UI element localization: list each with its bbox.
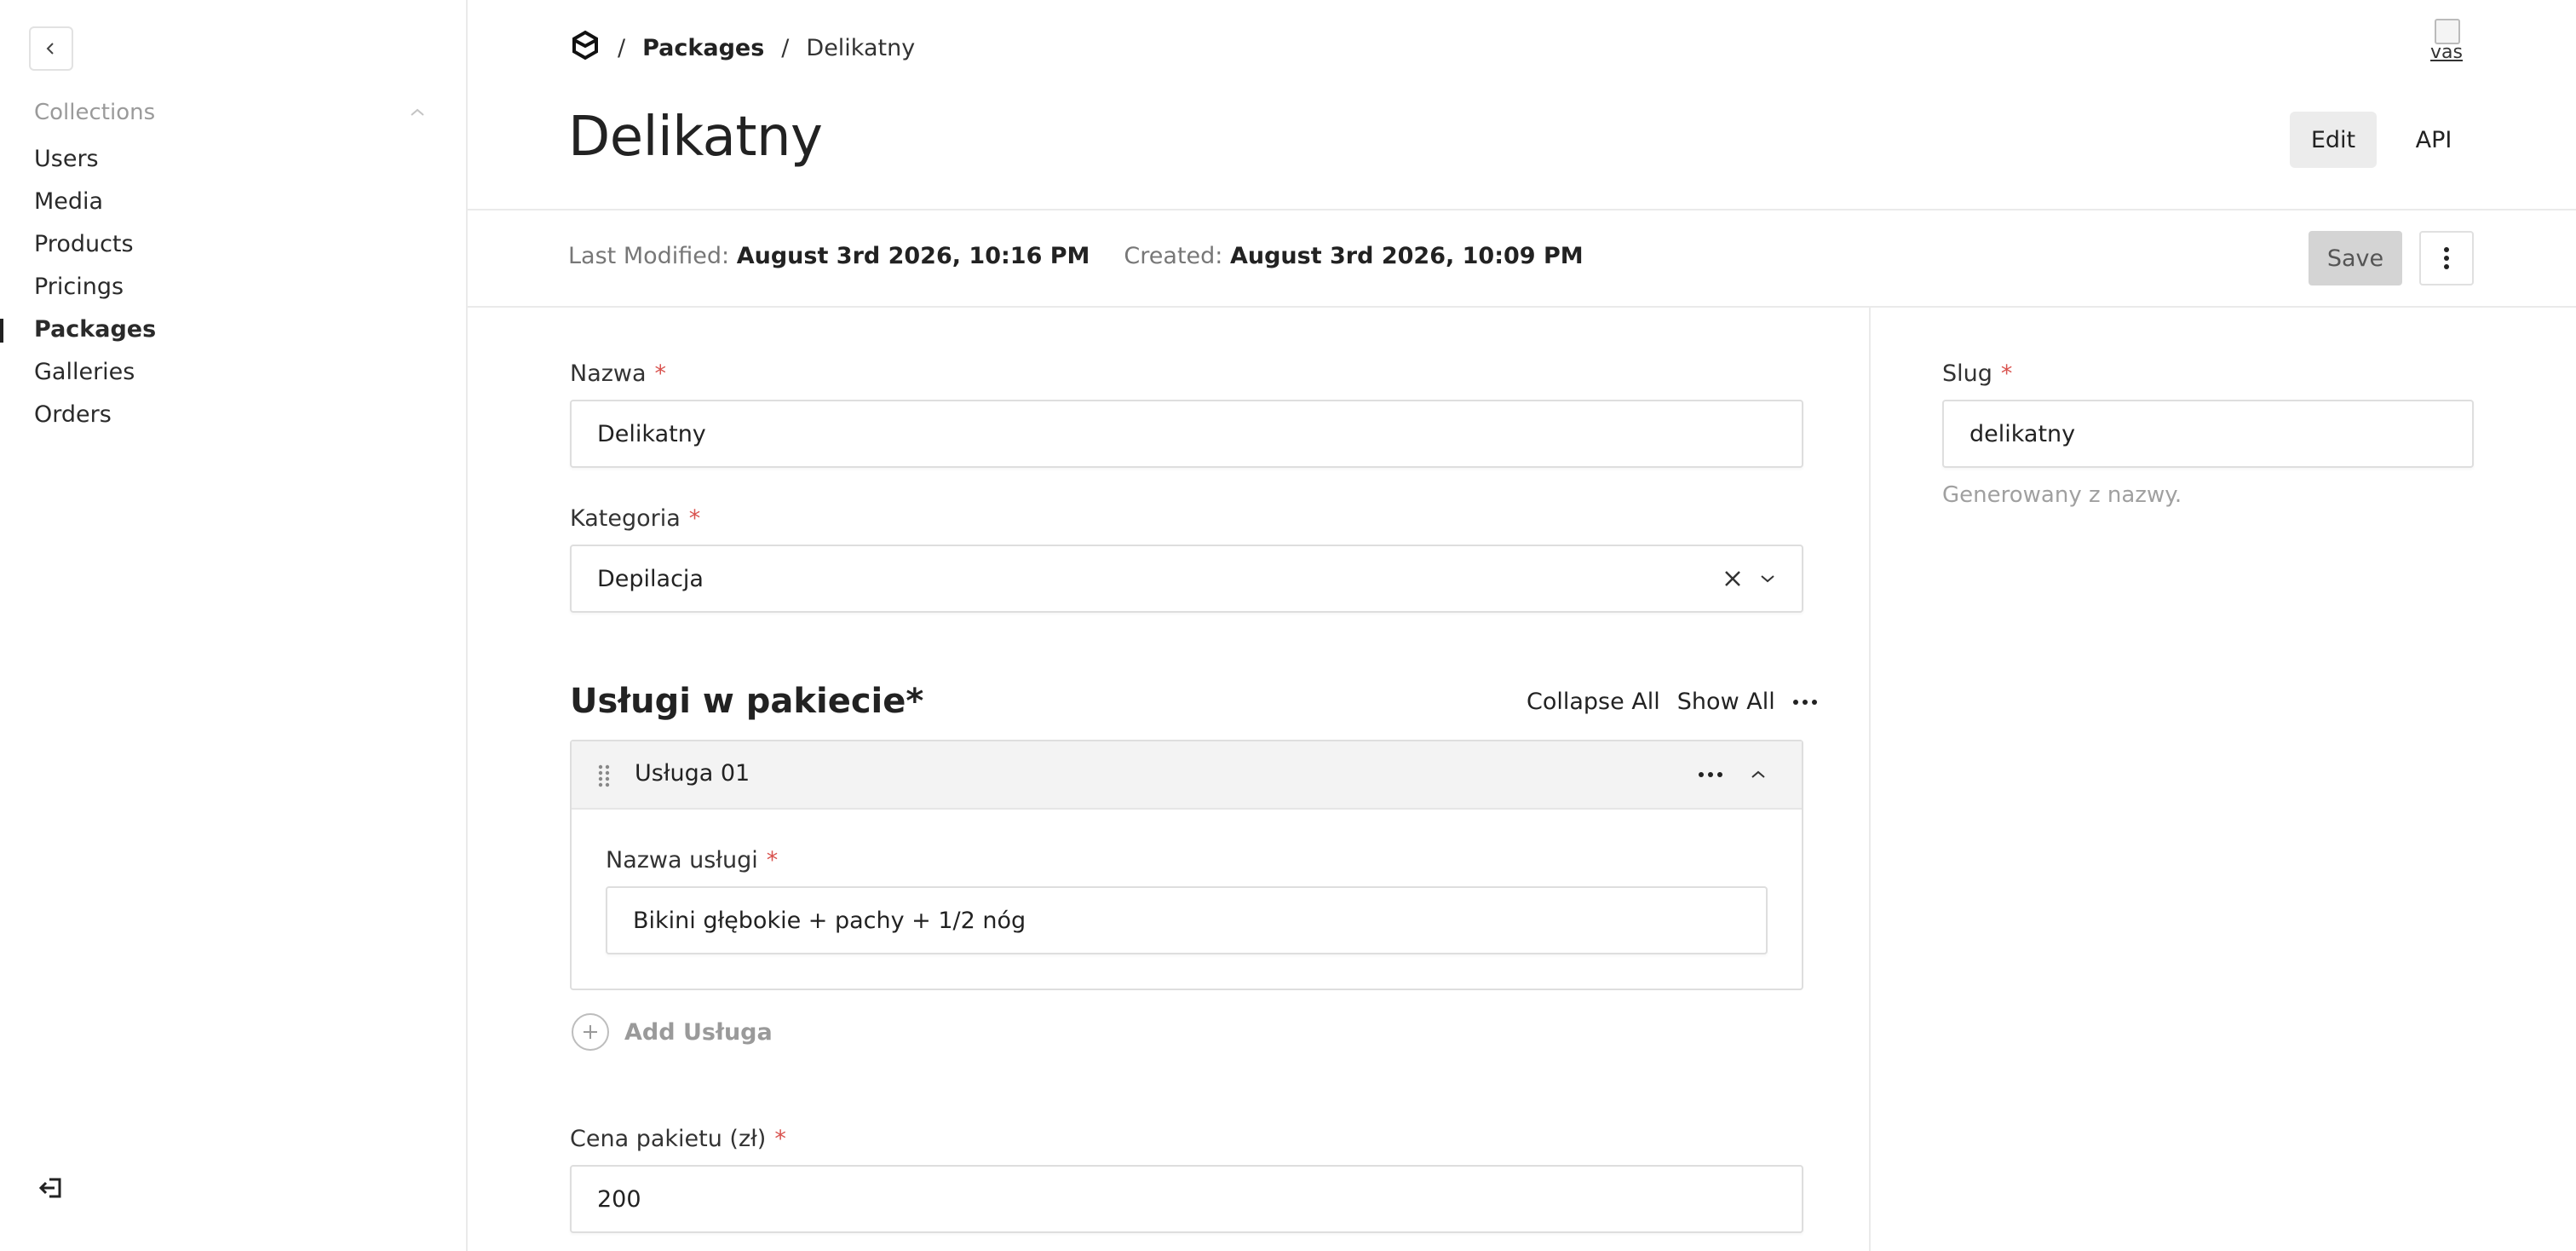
cena-value: 200	[597, 1185, 641, 1213]
document-meta: Last Modified: August 3rd 2026, 10:16 PM…	[568, 243, 1584, 269]
cena-input[interactable]: 200	[570, 1165, 1803, 1233]
payload-logo-icon	[572, 30, 598, 60]
last-modified-value: August 3rd 2026, 10:16 PM	[736, 243, 1090, 269]
slug-label-text: Slug	[1942, 360, 1992, 387]
nazwa-input[interactable]: Delikatny	[570, 400, 1803, 468]
document-meta-bar: Last Modified: August 3rd 2026, 10:16 PM…	[468, 209, 2576, 308]
required-marker: *	[774, 1126, 786, 1152]
breadcrumb-separator: /	[618, 34, 626, 61]
slug-label: Slug *	[1942, 360, 2012, 387]
chevron-up-icon	[411, 108, 424, 116]
sidebar-item-galleries[interactable]: Galleries	[0, 351, 468, 394]
sidebar-item-products[interactable]: Products	[0, 223, 468, 266]
kategoria-value: Depilacja	[597, 565, 704, 592]
sidebar-item-media[interactable]: Media	[0, 181, 468, 223]
slug-value: delikatny	[1969, 420, 2076, 447]
last-modified: Last Modified: August 3rd 2026, 10:16 PM	[568, 243, 1090, 269]
chevron-up-icon	[1751, 770, 1765, 778]
logout-button[interactable]	[32, 1169, 70, 1207]
clear-icon[interactable]	[1723, 569, 1742, 588]
account-avatar[interactable]: vas	[2429, 17, 2464, 73]
chevron-left-icon	[46, 43, 54, 55]
created: Created: August 3rd 2026, 10:09 PM	[1124, 243, 1583, 269]
sidebar-item-pricings[interactable]: Pricings	[0, 266, 468, 308]
cena-label: Cena pakietu (zł) *	[570, 1126, 786, 1152]
nazwa-label: Nazwa *	[570, 360, 666, 387]
nazwa-label-text: Nazwa	[570, 360, 647, 387]
block-title: Usługa 01	[635, 760, 750, 787]
block-header[interactable]: Usługa 01	[572, 741, 1802, 810]
more-vertical-icon	[2444, 247, 2449, 269]
uslugi-section-actions: Collapse All Show All	[1527, 689, 1818, 715]
block-collapse-button[interactable]	[1744, 760, 1773, 789]
breadcrumb-packages-link[interactable]: Packages	[642, 35, 764, 61]
home-logo-link[interactable]	[570, 30, 601, 66]
kategoria-select[interactable]: Depilacja	[570, 545, 1803, 613]
tab-edit[interactable]: Edit	[2290, 112, 2377, 168]
uslugi-section-title: Usługi w pakiecie*	[570, 682, 924, 721]
nazwa-uslugi-input[interactable]: Bikini głębokie + pachy + 1/2 nóg	[606, 886, 1768, 954]
breadcrumb-current: Delikatny	[806, 34, 916, 61]
cena-label-text: Cena pakietu (zł)	[570, 1126, 767, 1152]
block-more-button[interactable]	[1696, 760, 1725, 789]
show-all-button[interactable]: Show All	[1677, 689, 1775, 715]
required-marker: *	[2000, 360, 2013, 387]
created-label: Created:	[1124, 243, 1223, 269]
drag-handle-icon[interactable]	[597, 764, 611, 787]
add-circle	[572, 1013, 609, 1051]
sidebar: Collections Users Media Products Pricing…	[0, 0, 468, 1251]
slug-hint: Generowany z nazwy.	[1942, 482, 2182, 508]
sidebar-item-users[interactable]: Users	[0, 138, 468, 181]
required-marker: *	[766, 847, 779, 873]
collapse-sidebar-button[interactable]	[29, 26, 73, 71]
page-title: Delikatny	[568, 106, 823, 169]
sidebar-item-orders[interactable]: Orders	[0, 394, 468, 436]
more-horizontal-icon[interactable]	[1792, 699, 1818, 706]
collections-group-toggle[interactable]: Collections	[34, 95, 426, 130]
plus-icon	[584, 1025, 597, 1039]
uslugi-block-row: Usługa 01 Nazwa usługi * Bikini głębokie …	[570, 740, 1803, 990]
tab-api[interactable]: API	[2397, 112, 2470, 168]
slug-input[interactable]: delikatny	[1942, 400, 2474, 468]
add-usluga-label: Add Usługa	[624, 1018, 773, 1046]
collections-nav: Users Media Products Pricings Packages G…	[0, 138, 468, 436]
nazwa-value: Delikatny	[597, 420, 706, 447]
add-usluga-button[interactable]: Add Usługa	[572, 1012, 773, 1052]
breadcrumb-separator: /	[781, 34, 790, 61]
app-root: Collections Users Media Products Pricing…	[0, 0, 2576, 1251]
nazwa-uslugi-label-text: Nazwa usługi	[606, 847, 758, 873]
kategoria-label: Kategoria *	[570, 505, 700, 532]
collections-label: Collections	[34, 100, 156, 125]
logout-icon	[38, 1178, 61, 1198]
more-horizontal-icon	[1699, 772, 1722, 777]
sidebar-item-packages[interactable]: Packages	[0, 308, 468, 351]
document-more-button[interactable]	[2419, 231, 2474, 285]
chevron-down-icon[interactable]	[1759, 573, 1776, 585]
breadcrumb: / Packages / Delikatny	[570, 30, 916, 66]
nazwa-uslugi-value: Bikini głębokie + pachy + 1/2 nóg	[633, 907, 1026, 934]
kategoria-label-text: Kategoria	[570, 505, 681, 532]
required-marker: *	[688, 505, 701, 532]
select-actions	[1723, 546, 1776, 611]
required-marker: *	[654, 360, 667, 387]
save-button[interactable]: Save	[2309, 231, 2402, 285]
collapse-all-button[interactable]: Collapse All	[1527, 689, 1660, 715]
last-modified-label: Last Modified:	[568, 243, 730, 269]
nazwa-uslugi-label: Nazwa usługi *	[606, 847, 778, 873]
created-value: August 3rd 2026, 10:09 PM	[1229, 243, 1584, 269]
